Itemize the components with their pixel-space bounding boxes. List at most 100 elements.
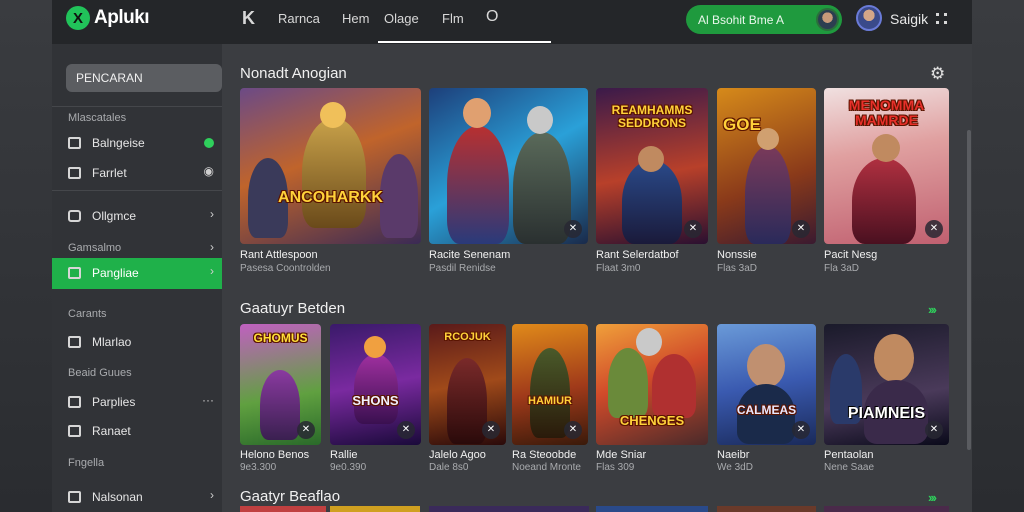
game-subtitle: Nene Saae — [824, 462, 875, 473]
game-title: Helono Benos — [240, 449, 310, 461]
game-subtitle: We 3dD — [717, 462, 753, 473]
see-more-icon[interactable]: ››› — [928, 302, 937, 317]
game-subtitle: Pasesa Coontrolden — [240, 263, 331, 274]
game-card[interactable]: GOE ✕ Nonssie Flas 3aD — [717, 88, 816, 278]
sidebar-item-parplies[interactable]: Parplies ··· — [52, 387, 222, 417]
chevron-right-icon: › — [210, 264, 214, 278]
chevron-right-icon[interactable]: › — [210, 240, 214, 254]
xbox-badge-icon: ✕ — [925, 421, 943, 439]
section-title: Gaatyr Beaflao — [240, 488, 341, 505]
sidebar-item-pangliae[interactable]: Pangliae › — [52, 258, 222, 289]
sidebar-item-ollgmce[interactable]: Ollgmce › — [52, 201, 222, 231]
logo-icon: X — [66, 6, 90, 30]
game-card[interactable]: ANCOHARKK Rant Attlespoon Pasesa Coontro… — [240, 88, 421, 278]
backdrop-left — [0, 0, 52, 512]
sidebar: PENCARAN Mlascatales Balngeise Farrlet ◉… — [52, 44, 222, 512]
game-cover: ANCOHARKK — [240, 88, 421, 244]
sidebar-item-farrlet[interactable]: Farrlet ◉ — [52, 158, 222, 188]
game-cover-title: MENOMMA MAMRDE — [848, 97, 925, 128]
game-card-peek[interactable] — [429, 506, 589, 512]
section-title: Gaatuyr Betden — [240, 300, 346, 317]
game-cover-title: GHOMUS — [253, 331, 308, 345]
edit-icon — [68, 336, 81, 348]
avatar[interactable] — [856, 5, 882, 31]
account-pill-label: Al Bsohit Bme A — [698, 12, 785, 27]
gear-icon[interactable]: ⚙ — [930, 64, 945, 84]
game-card-peek[interactable] — [824, 506, 949, 512]
game-cover: REAMHAMMS SEDDRONS ✕ — [596, 88, 708, 244]
more-icon: ··· — [202, 393, 214, 407]
sidebar-search-button[interactable]: PENCARAN — [66, 64, 222, 92]
folder-icon — [68, 396, 81, 408]
xbox-badge-icon: ✕ — [925, 220, 943, 238]
game-cover: CHENGES — [596, 324, 708, 445]
tab-olage[interactable]: Olage — [384, 11, 419, 26]
sidebar-heading: Gamsalmo — [68, 242, 122, 254]
back-icon[interactable]: K — [242, 8, 255, 29]
game-card-peek[interactable] — [240, 506, 326, 512]
tab-flm[interactable]: Flm — [442, 11, 464, 26]
game-card[interactable]: CALMEAS ✕ Naeibr We 3dD — [717, 324, 816, 474]
tab-hem[interactable]: Hem — [342, 11, 369, 26]
game-card[interactable]: MENOMMA MAMRDE ✕ Pacit Nesg Fla 3aD — [824, 88, 949, 278]
game-card-peek[interactable] — [330, 506, 420, 512]
game-cover: HAMIUR ✕ — [512, 324, 588, 445]
game-card[interactable]: ✕ Racite Senenam Pasdil Renidse — [429, 88, 588, 278]
scrollbar[interactable] — [967, 130, 971, 450]
sidebar-item-label: Parplies — [92, 395, 136, 409]
game-cover: ✕ — [429, 88, 588, 244]
game-cover-title: CHENGES — [619, 413, 685, 428]
game-cover: CALMEAS ✕ — [717, 324, 816, 445]
section-title: Nonadt Anogian — [240, 65, 347, 82]
top-bar: X Aplukı K Rarnca Hem Olage Flm O Al Bso… — [52, 0, 972, 44]
game-cover-title: CALMEAS — [736, 403, 797, 417]
see-more-icon[interactable]: ››› — [928, 490, 937, 505]
game-card[interactable]: REAMHAMMS SEDDRONS ✕ Rant Selerdatbof Fl… — [596, 88, 708, 278]
xbox-badge-icon: ✕ — [684, 220, 702, 238]
game-title: Mde Sniar — [596, 449, 647, 461]
user-name[interactable]: Saigik — [890, 11, 928, 27]
sidebar-heading: Mlascatales — [68, 112, 127, 124]
tab-rarnca[interactable]: Rarnca — [278, 11, 320, 26]
app-logo[interactable]: X Aplukı — [66, 6, 150, 30]
game-card[interactable]: RCOJUK ✕ Jalelo Agoo Dale 8s0 — [429, 324, 506, 474]
game-card-peek[interactable] — [717, 506, 816, 512]
game-cover: SHONS ✕ — [330, 324, 421, 445]
game-title: Rant Attlespoon — [240, 249, 318, 261]
game-cover-title: REAMHAMMS SEDDRONS — [611, 103, 693, 130]
game-card[interactable]: PIAMNEIS ✕ Pentaolan Nene Saae — [824, 324, 949, 474]
sidebar-heading: Carants — [68, 308, 107, 320]
sidebar-item-mlarlao[interactable]: Mlarlao — [52, 327, 222, 357]
sidebar-heading: Fngella — [68, 457, 105, 469]
main-content: Nonadt Anogian ⚙ ANCOHARKK Rant Attlespo… — [222, 44, 972, 512]
folder-icon — [68, 167, 81, 179]
game-card[interactable]: CHENGES Mde Sniar Flas 309 — [596, 324, 708, 474]
xbox-badge-icon: ✕ — [792, 421, 810, 439]
apps-grid-icon[interactable] — [936, 13, 947, 24]
game-title: Rallie — [330, 449, 358, 461]
game-card[interactable]: SHONS ✕ Rallie 9e0.390 — [330, 324, 421, 474]
game-title: Naeibr — [717, 449, 750, 461]
account-pill-button[interactable]: Al Bsohit Bme A — [686, 5, 842, 34]
game-subtitle: Fla 3aD — [824, 263, 860, 274]
search-icon[interactable]: O — [486, 8, 498, 26]
game-cover: GOE ✕ — [717, 88, 816, 244]
game-card[interactable]: HAMIUR ✕ Ra Steoobde Noeand Mronte — [512, 324, 588, 474]
sidebar-item-ranaet[interactable]: Ranaet — [52, 416, 222, 446]
game-cover-title: SHONS — [352, 393, 399, 408]
game-cover-title: RCOJUK — [444, 331, 491, 343]
backdrop-right — [972, 0, 1024, 512]
chevron-right-icon: › — [210, 207, 214, 221]
game-subtitle: 9e0.390 — [330, 462, 367, 473]
sidebar-item-balngeise[interactable]: Balngeise — [52, 128, 222, 158]
game-subtitle: Flaat 3m0 — [596, 263, 641, 274]
game-cover-title: PIAMNEIS — [847, 405, 926, 422]
game-card-peek[interactable] — [596, 506, 708, 512]
xbox-badge-icon: ✕ — [564, 421, 582, 439]
xbox-badge-icon: ✕ — [297, 421, 315, 439]
sidebar-item-nalsonan[interactable]: Nalsonan › — [52, 482, 222, 512]
game-card[interactable]: GHOMUS ✕ Helono Benos 9e3.300 — [240, 324, 321, 474]
tablet-icon — [68, 210, 81, 222]
divider — [52, 106, 222, 107]
game-cover: PIAMNEIS ✕ — [824, 324, 949, 445]
